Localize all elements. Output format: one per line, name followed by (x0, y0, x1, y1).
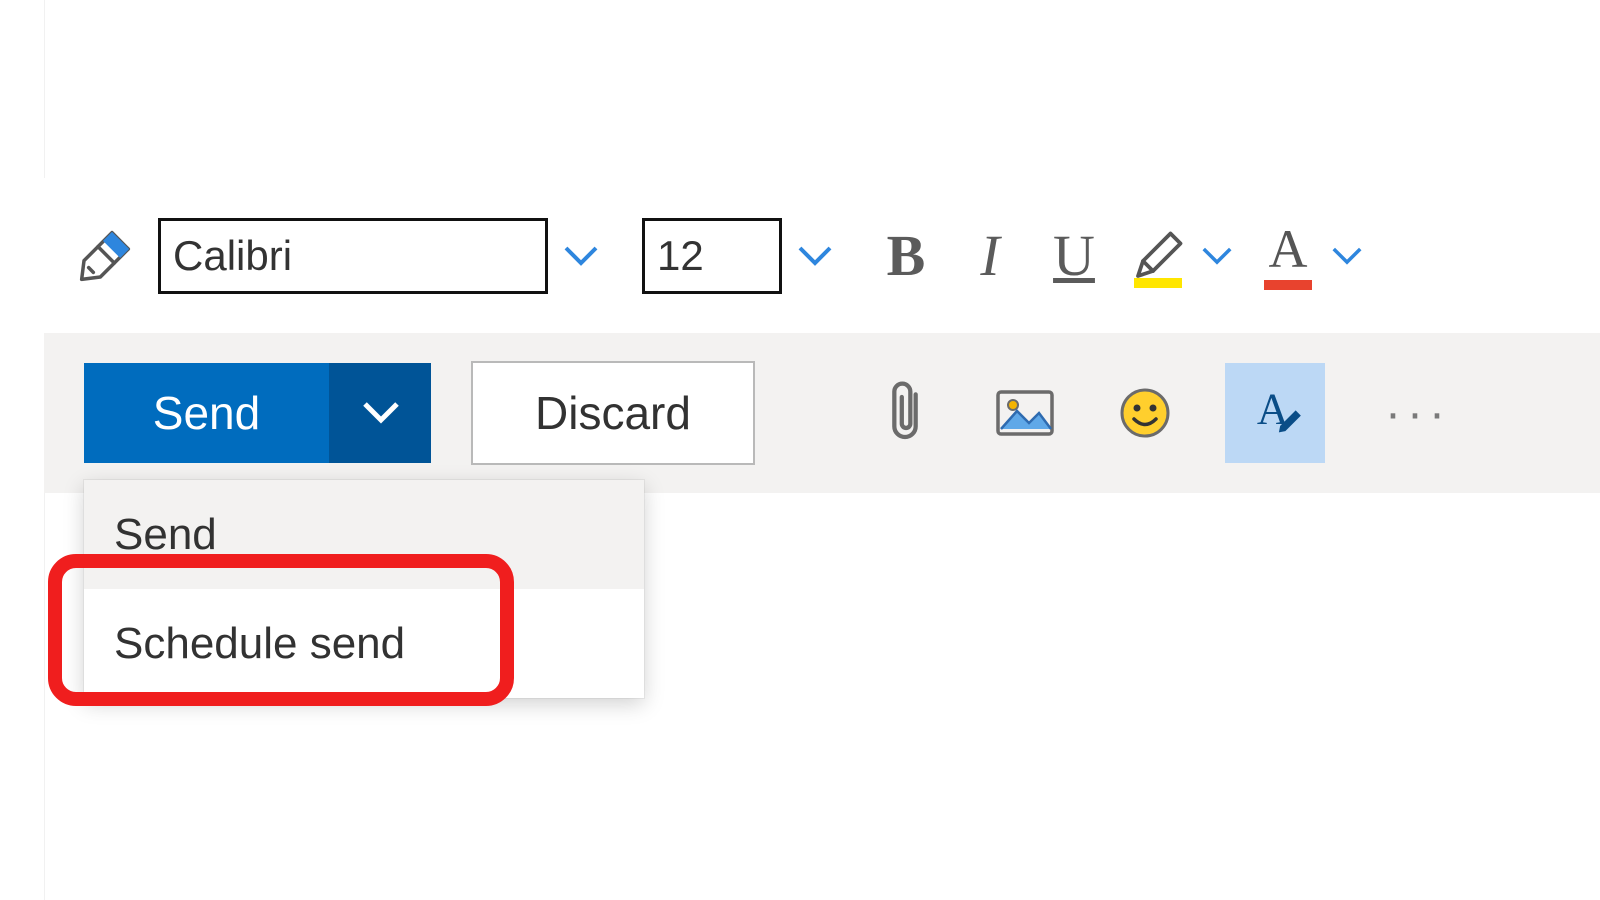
font-family-dropdown-icon[interactable] (564, 239, 598, 273)
more-actions-button[interactable]: ··· (1365, 386, 1451, 441)
underline-button[interactable]: U (1044, 216, 1104, 296)
send-menu-item-send[interactable]: Send (84, 480, 644, 589)
highlight-color-button[interactable] (1128, 226, 1234, 286)
toggle-format-toolbar-button[interactable]: A (1225, 363, 1325, 463)
send-options-menu: Send Schedule send (84, 480, 644, 698)
discard-button[interactable]: Discard (471, 361, 755, 465)
font-family-input[interactable] (158, 218, 548, 294)
send-split-button: Send (84, 363, 431, 463)
message-action-bar: Send Discard A ·· (44, 333, 1600, 493)
highlight-swatch (1134, 278, 1182, 288)
font-color-swatch (1264, 280, 1312, 290)
insert-picture-icon[interactable] (985, 373, 1065, 453)
attach-file-icon[interactable] (865, 373, 945, 453)
font-color-button[interactable]: A (1258, 224, 1364, 288)
font-size-dropdown-icon[interactable] (798, 239, 832, 273)
send-button[interactable]: Send (84, 363, 329, 463)
bold-button[interactable]: B (876, 216, 936, 296)
highlight-color-dropdown-icon[interactable] (1200, 239, 1234, 273)
font-color-dropdown-icon[interactable] (1330, 239, 1364, 273)
insert-emoji-icon[interactable] (1105, 373, 1185, 453)
formatting-toolbar: B I U A (44, 178, 1600, 334)
send-more-options-button[interactable] (329, 363, 431, 463)
left-pane-edge (0, 0, 45, 900)
italic-button[interactable]: I (960, 216, 1020, 296)
font-color-glyph: A (1258, 218, 1318, 280)
clear-formatting-icon[interactable] (76, 227, 134, 285)
send-menu-item-schedule-send[interactable]: Schedule send (84, 589, 644, 698)
font-size-input[interactable] (642, 218, 782, 294)
